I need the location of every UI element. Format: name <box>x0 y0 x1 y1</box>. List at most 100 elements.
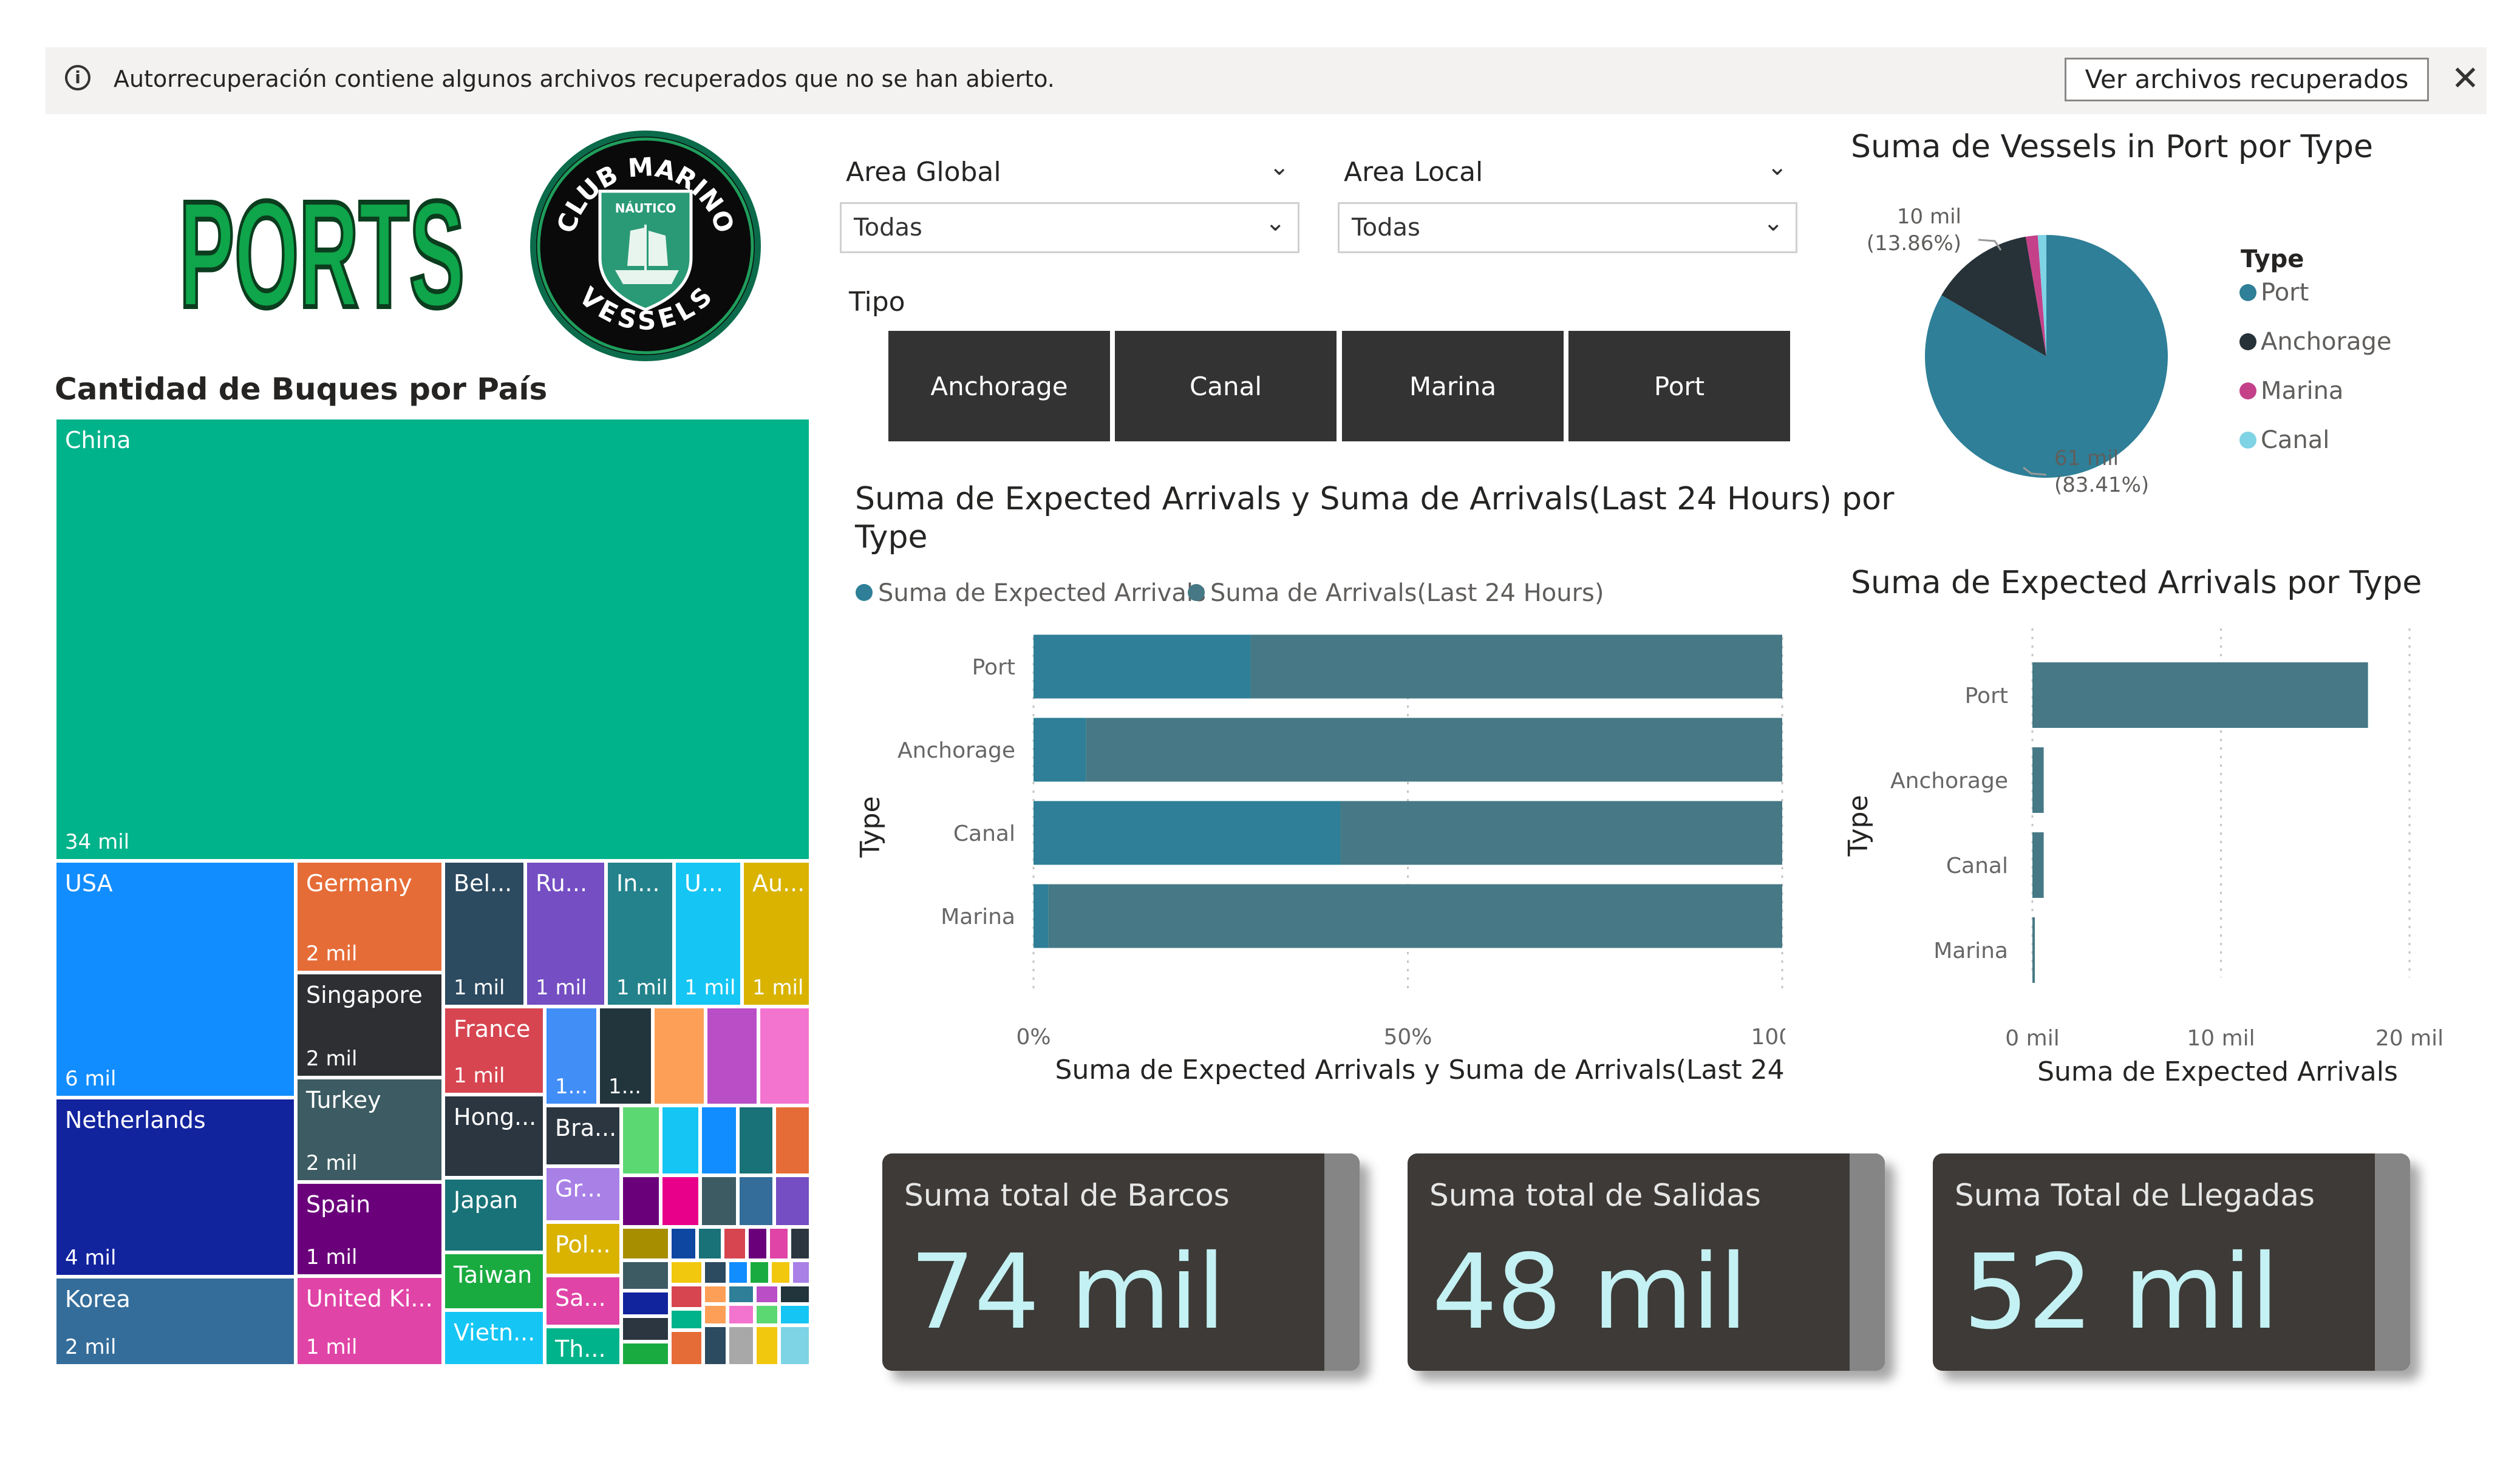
treemap-cell[interactable] <box>706 1007 758 1105</box>
chevron-down-icon[interactable]: ⌄ <box>1269 153 1290 181</box>
treemap-cell[interactable]: Vietn... <box>443 1310 545 1366</box>
area-global-label: Area Global <box>846 157 1001 188</box>
y-category-label: Anchorage <box>1890 769 2008 793</box>
treemap-cell[interactable] <box>774 1105 811 1175</box>
treemap-cell[interactable] <box>727 1325 755 1366</box>
treemap-cell[interactable]: In... 1 mil <box>606 861 674 1007</box>
treemap-cell[interactable]: China 34 mil <box>55 418 811 861</box>
treemap-cell[interactable] <box>727 1285 755 1304</box>
treemap-cell[interactable] <box>703 1260 727 1285</box>
treemap-cell[interactable]: Spain 1 mil <box>296 1182 443 1276</box>
treemap-cell[interactable] <box>621 1260 670 1291</box>
area-local-label: Area Local <box>1344 157 1483 188</box>
bar-segment <box>1340 801 1782 865</box>
treemap-cell[interactable]: Hong... <box>443 1095 545 1178</box>
treemap-cell[interactable]: Ru... 1 mil <box>525 861 606 1007</box>
area-local-value: Todas <box>1352 214 1420 242</box>
treemap-cell[interactable] <box>789 1227 811 1260</box>
treemap-cell[interactable] <box>670 1227 697 1260</box>
treemap-cell[interactable] <box>791 1260 811 1285</box>
treemap-cell[interactable] <box>621 1227 670 1260</box>
card-value: 48 mil <box>1432 1232 1748 1353</box>
treemap-cell[interactable] <box>621 1342 670 1366</box>
treemap-cell[interactable] <box>621 1105 661 1175</box>
treemap-cell[interactable]: USA 6 mil <box>55 861 296 1098</box>
treemap-cell[interactable] <box>749 1260 770 1285</box>
treemap-cell[interactable] <box>661 1105 700 1175</box>
treemap-cell[interactable] <box>670 1330 703 1366</box>
area-local-dropdown[interactable]: Todas ⌄ <box>1338 202 1797 253</box>
y-axis-title: Type <box>1846 795 1874 857</box>
treemap-cell[interactable]: Japan <box>443 1178 545 1252</box>
treemap-cell[interactable]: Gr... <box>545 1166 621 1222</box>
treemap-cell[interactable] <box>697 1227 723 1260</box>
treemap-cell[interactable]: Bel... 1 mil <box>443 861 525 1007</box>
treemap-cell[interactable]: Korea 2 mil <box>55 1277 296 1366</box>
treemap-cell[interactable] <box>661 1175 700 1227</box>
treemap-cell[interactable] <box>727 1260 749 1285</box>
tipo-option-canal[interactable]: Canal <box>1115 331 1337 441</box>
treemap-cell[interactable] <box>703 1325 727 1366</box>
treemap-cell[interactable] <box>747 1227 768 1260</box>
treemap-cell[interactable] <box>770 1260 791 1285</box>
treemap-cell[interactable] <box>755 1304 779 1325</box>
treemap-cell[interactable] <box>653 1007 706 1105</box>
treemap-cell[interactable] <box>670 1309 703 1330</box>
bar100-title-line1: Suma de Expected Arrivals y Suma de Arri… <box>855 481 1895 517</box>
bar-segment <box>1034 634 1251 699</box>
pie-label-port-value: 61 mil <box>2054 446 2119 470</box>
view-recovered-files-button[interactable]: Ver archivos recuperados <box>2065 58 2429 101</box>
bar <box>2032 747 2044 813</box>
treemap-cell[interactable]: Netherlands 4 mil <box>55 1098 296 1277</box>
treemap-cell[interactable] <box>774 1175 811 1227</box>
treemap-cell[interactable]: 1... <box>545 1007 598 1105</box>
treemap-cell[interactable] <box>703 1304 727 1325</box>
area-global-dropdown[interactable]: Todas ⌄ <box>840 202 1299 253</box>
treemap-cell[interactable] <box>670 1260 703 1285</box>
treemap-cell[interactable]: Taiwan <box>443 1252 545 1310</box>
legend-label: Anchorage <box>2261 328 2392 356</box>
treemap-cell[interactable] <box>700 1105 738 1175</box>
treemap-cell[interactable]: Germany 2 mil <box>296 861 443 973</box>
treemap-cell[interactable] <box>779 1285 811 1304</box>
treemap-cell[interactable]: Au... 1 mil <box>742 861 811 1007</box>
treemap-cell[interactable] <box>738 1105 774 1175</box>
treemap-cell[interactable] <box>758 1007 811 1105</box>
treemap-cell[interactable] <box>670 1285 703 1309</box>
treemap-cell[interactable]: Th... <box>545 1326 621 1366</box>
bar-segment <box>1048 884 1782 948</box>
treemap-cell[interactable] <box>755 1285 779 1304</box>
legend-label-expected: Suma de Expected Arrivals <box>878 579 1206 607</box>
treemap-cell[interactable]: Singapore 2 mil <box>296 973 443 1078</box>
treemap-cell[interactable]: United Ki... 1 mil <box>296 1276 443 1366</box>
treemap-cell[interactable] <box>621 1175 661 1227</box>
close-icon[interactable]: ✕ <box>2447 61 2484 97</box>
treemap-cell[interactable] <box>768 1227 789 1260</box>
treemap-cell[interactable]: Pol... <box>545 1222 621 1275</box>
kpi-card-llegadas: Suma Total de Llegadas 52 mil <box>1933 1153 2410 1371</box>
treemap-cell[interactable] <box>738 1175 774 1227</box>
treemap-cell[interactable] <box>723 1227 747 1260</box>
treemap-cell[interactable] <box>755 1325 779 1366</box>
treemap-cell[interactable] <box>621 1291 670 1316</box>
treemap-cell[interactable] <box>621 1316 670 1342</box>
treemap-cell[interactable]: Sa... <box>545 1275 621 1326</box>
tipo-option-anchorage[interactable]: Anchorage <box>888 331 1110 441</box>
bar <box>2032 917 2035 983</box>
bar-expected-title: Suma de Expected Arrivals por Type <box>1851 565 2422 601</box>
treemap-cell[interactable]: France 1 mil <box>443 1007 545 1095</box>
tipo-option-port[interactable]: Port <box>1568 331 1790 441</box>
treemap-cell[interactable]: Turkey 2 mil <box>296 1078 443 1182</box>
legend-dot <box>2239 284 2256 301</box>
treemap-cell[interactable] <box>727 1304 755 1325</box>
treemap-cell[interactable] <box>779 1325 811 1366</box>
treemap-cell[interactable] <box>703 1285 727 1304</box>
treemap-cell[interactable]: 1... <box>598 1007 653 1105</box>
chevron-down-icon[interactable]: ⌄ <box>1767 153 1788 181</box>
treemap-cell[interactable]: U... 1 mil <box>674 861 742 1007</box>
tipo-option-marina[interactable]: Marina <box>1342 331 1564 441</box>
treemap-cell[interactable] <box>700 1175 738 1227</box>
treemap-cell[interactable]: Bra... <box>545 1105 621 1166</box>
treemap-cell[interactable] <box>779 1304 811 1325</box>
kpi-card-barcos: Suma total de Barcos 74 mil <box>882 1153 1360 1371</box>
